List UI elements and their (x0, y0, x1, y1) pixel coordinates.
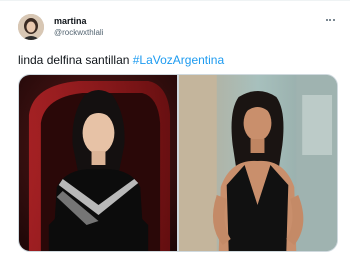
media-grid (18, 74, 338, 252)
tweet-card[interactable]: martina @rockwxthlali linda delfina sant… (0, 0, 350, 259)
user-handle[interactable]: @rockwxthlali (54, 28, 103, 38)
display-name[interactable]: martina (54, 16, 87, 27)
tweet-body-text: linda delfina santillan (18, 53, 133, 67)
avatar[interactable] (18, 14, 44, 40)
photo-woman-black-dress (179, 75, 337, 251)
hashtag-link[interactable]: #LaVozArgentina (133, 53, 224, 67)
avatar-image (18, 14, 44, 40)
tweet-text: linda delfina santillan #LaVozArgentina (18, 53, 224, 67)
photo-woman-red-chair (19, 75, 177, 251)
media-photo-right[interactable] (179, 75, 337, 251)
more-options-icon[interactable] (322, 14, 338, 26)
media-photo-left[interactable] (19, 75, 177, 251)
